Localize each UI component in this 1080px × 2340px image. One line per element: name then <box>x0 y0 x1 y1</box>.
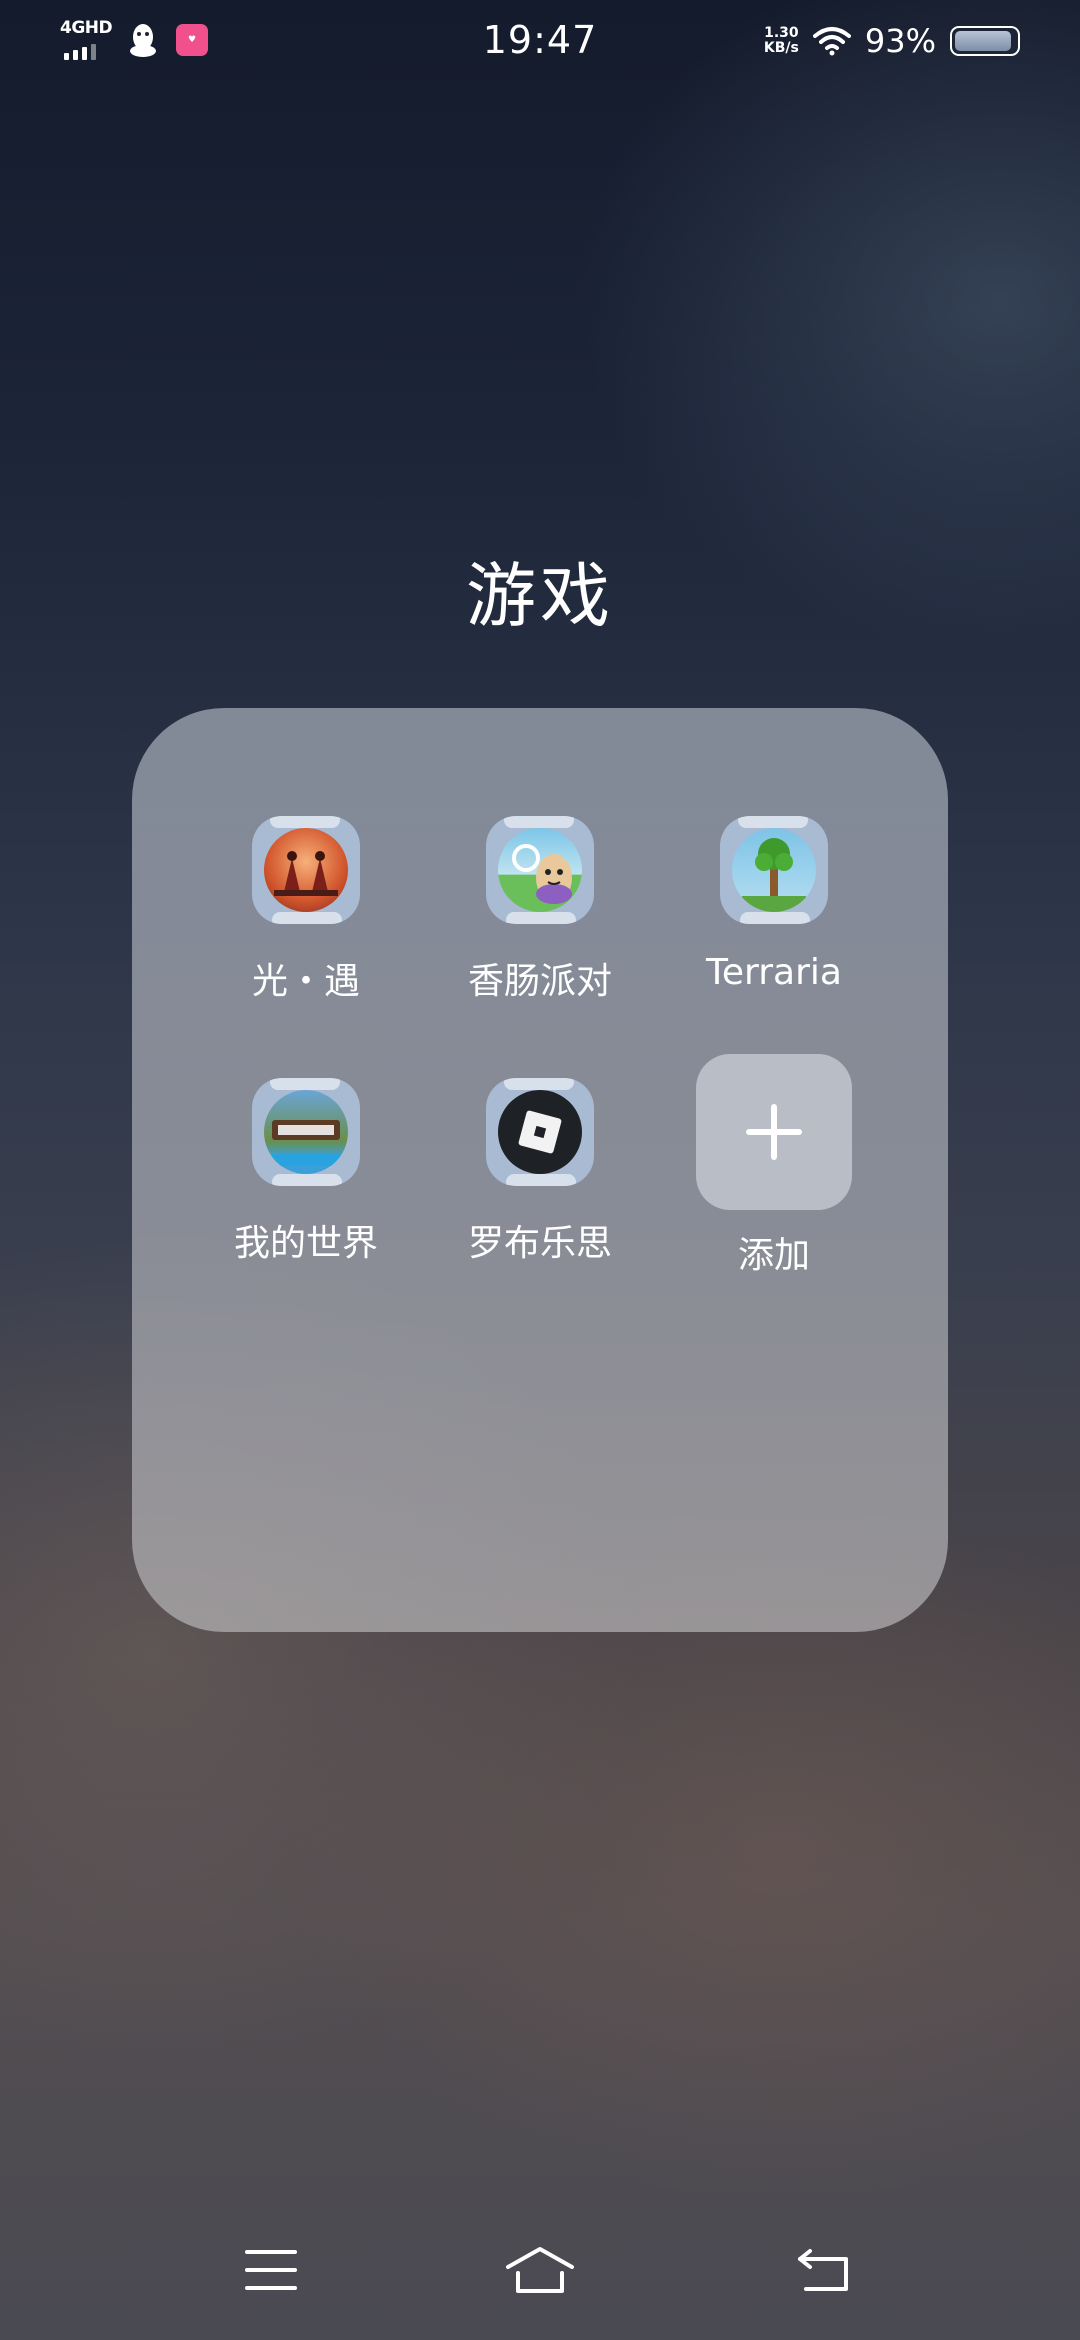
app-sky[interactable]: 光・遇 <box>196 816 416 1004</box>
home-icon <box>506 2247 574 2293</box>
app-label: 香肠派对 <box>467 961 612 1002</box>
app-terraria[interactable]: Terraria <box>664 816 884 993</box>
menu-icon <box>245 2250 297 2290</box>
folder-title[interactable]: 游戏 <box>0 540 1080 641</box>
back-icon <box>798 2249 848 2291</box>
battery-fill <box>955 31 1011 51</box>
add-app-button[interactable]: 添加 <box>664 1054 884 1278</box>
navigation-bar <box>0 2190 1080 2340</box>
app-label: 光・遇 <box>251 961 360 1002</box>
back-button[interactable] <box>784 2240 864 2300</box>
app-folder: 光・遇 香肠派对 Terraria 我的世界 罗布乐思 添加 <box>132 708 948 1632</box>
app-label: 我的世界 <box>233 1223 378 1264</box>
battery-icon <box>950 26 1020 56</box>
menu-button[interactable] <box>231 2240 311 2300</box>
minecraft-icon <box>252 1078 360 1186</box>
app-sausage-party[interactable]: 香肠派对 <box>430 816 650 1004</box>
app-label: Terraria <box>706 952 842 993</box>
status-right: 1.30 KB/s 93% <box>764 22 1020 60</box>
app-minecraft[interactable]: 我的世界 <box>196 1078 416 1266</box>
speed-unit: KB/s <box>763 40 799 56</box>
status-bar: 4GHD ♥ 19:47 1.30 KB/s 93% <box>0 0 1080 84</box>
app-label: 罗布乐思 <box>467 1223 612 1264</box>
wifi-icon <box>812 27 851 56</box>
add-label: 添加 <box>737 1235 810 1276</box>
plus-icon <box>696 1054 852 1210</box>
home-button[interactable] <box>500 2240 580 2300</box>
sky-game-icon <box>252 816 360 924</box>
app-roblox[interactable]: 罗布乐思 <box>430 1078 650 1266</box>
terraria-icon <box>720 816 828 924</box>
network-speed: 1.30 KB/s <box>764 26 799 56</box>
speed-value: 1.30 <box>764 25 799 41</box>
roblox-icon <box>486 1078 594 1186</box>
battery-percent: 93% <box>864 22 936 60</box>
sausage-party-icon <box>486 816 594 924</box>
